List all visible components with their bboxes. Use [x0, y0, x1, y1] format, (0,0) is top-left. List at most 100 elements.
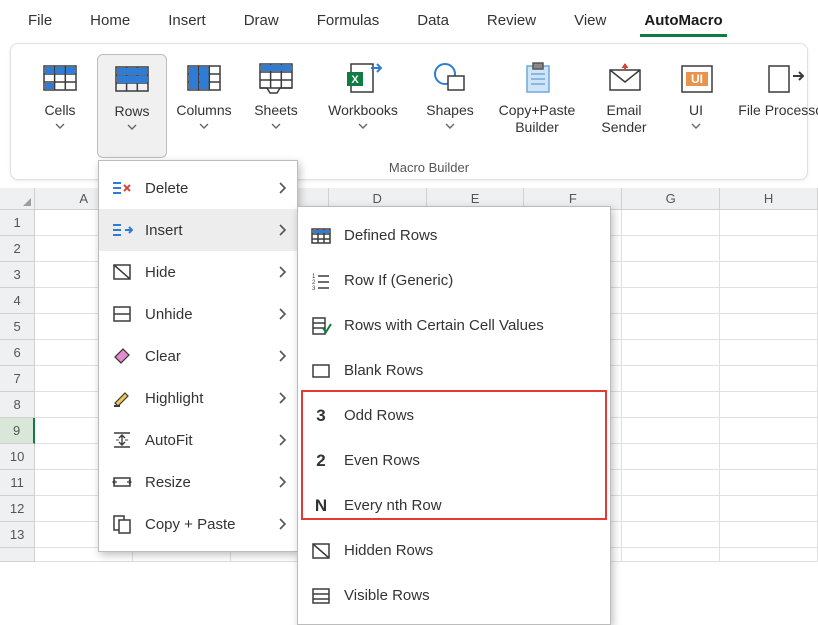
submenu-item-visible-rows[interactable]: Visible Rows: [298, 573, 610, 618]
menu-item-delete[interactable]: Delete: [99, 167, 297, 209]
ribbon-item-label: Email Sender: [591, 102, 657, 136]
ribbon-item-rows[interactable]: Rows: [97, 54, 167, 158]
ribbon-item-cells[interactable]: Cells: [25, 54, 95, 158]
submenu-item-label: Rows with Certain Cell Values: [344, 317, 600, 334]
ribbon-item-workbooks[interactable]: XWorkbooks: [313, 54, 413, 158]
menu-item-copy-paste[interactable]: Copy + Paste: [99, 503, 297, 545]
menu-item-hide[interactable]: Hide: [99, 251, 297, 293]
ribbon-tab-review[interactable]: Review: [477, 8, 546, 37]
cell-G8[interactable]: [622, 392, 720, 418]
row-header-3[interactable]: 3: [0, 262, 35, 288]
ribbon-item-label: Rows: [114, 103, 149, 120]
submenu-item-defined-rows[interactable]: Defined Rows: [298, 213, 610, 258]
cell-H11[interactable]: [720, 470, 818, 496]
menu-item-unhide[interactable]: Unhide: [99, 293, 297, 335]
ribbon-tab-view[interactable]: View: [564, 8, 616, 37]
cell-G10[interactable]: [622, 444, 720, 470]
row-header-8[interactable]: 8: [0, 392, 35, 418]
row-header-10[interactable]: 10: [0, 444, 35, 470]
cell-H10[interactable]: [720, 444, 818, 470]
ribbon-tab-data[interactable]: Data: [407, 8, 459, 37]
column-header-H[interactable]: H: [720, 188, 818, 210]
row-header-11[interactable]: 11: [0, 470, 35, 496]
hide-icon: [310, 540, 332, 562]
submenu-item-rows-with-certain-cell-values[interactable]: Rows with Certain Cell Values: [298, 303, 610, 348]
ribbon-tab-home[interactable]: Home: [80, 8, 140, 37]
ribbon-item-file-processor[interactable]: File Processor: [733, 54, 818, 158]
cell-G5[interactable]: [622, 314, 720, 340]
cell[interactable]: [720, 548, 818, 562]
ribbon-item-columns[interactable]: Columns: [169, 54, 239, 158]
cell-G7[interactable]: [622, 366, 720, 392]
row-header-13[interactable]: 13: [0, 522, 35, 548]
menu-item-label: Unhide: [145, 306, 266, 323]
cell-H2[interactable]: [720, 236, 818, 262]
ribbon-tab-file[interactable]: File: [18, 8, 62, 37]
column-header-G[interactable]: G: [622, 188, 720, 210]
row-header-2[interactable]: 2: [0, 236, 35, 262]
row-header-partial[interactable]: [0, 548, 35, 562]
ribbon-tabs: File Home Insert Draw Formulas Data Review View…: [0, 0, 818, 37]
submenu-item-row-if-generic-[interactable]: 123Row If (Generic): [298, 258, 610, 303]
cell-H3[interactable]: [720, 262, 818, 288]
menu-item-autofit[interactable]: AutoFit: [99, 419, 297, 461]
submenu-item-blank-rows[interactable]: Blank Rows: [298, 348, 610, 393]
cell-G9[interactable]: [622, 418, 720, 444]
cell-H6[interactable]: [720, 340, 818, 366]
cell-H1[interactable]: [720, 210, 818, 236]
menu-item-highlight[interactable]: Highlight: [99, 377, 297, 419]
resize-icon: [111, 471, 133, 493]
cell-G1[interactable]: [622, 210, 720, 236]
ribbon-item-ui[interactable]: UIUI: [661, 54, 731, 158]
ribbon-items: Cells Rows Columns Sheets XWorkbooksShapesCo…: [25, 54, 818, 158]
row-header-1[interactable]: 1: [0, 210, 35, 236]
ribbon-item-label: UI: [689, 102, 703, 119]
cell[interactable]: [622, 548, 720, 562]
row-header-12[interactable]: 12: [0, 496, 35, 522]
row-header-4[interactable]: 4: [0, 288, 35, 314]
ribbon-item-label: Sheets: [254, 102, 298, 119]
ribbon-item-email-sender[interactable]: Email Sender: [589, 54, 659, 158]
menu-item-insert[interactable]: Insert: [99, 209, 297, 251]
cell-G11[interactable]: [622, 470, 720, 496]
submenu-item-odd-rows[interactable]: 3Odd Rows: [298, 393, 610, 438]
submenu-item-even-rows[interactable]: 2Even Rows: [298, 438, 610, 483]
cell-G6[interactable]: [622, 340, 720, 366]
row-header-9[interactable]: 9: [0, 418, 35, 444]
menu-item-label: AutoFit: [145, 432, 266, 449]
cell-G12[interactable]: [622, 496, 720, 522]
cell-G13[interactable]: [622, 522, 720, 548]
ribbon-tab-automacro[interactable]: AutoMacro: [634, 8, 732, 37]
cell-H12[interactable]: [720, 496, 818, 522]
submenu-item-label: Every nth Row: [344, 497, 600, 514]
ribbon-item-sheets[interactable]: Sheets: [241, 54, 311, 158]
submenu-item-label: Defined Rows: [344, 227, 600, 244]
select-all-triangle[interactable]: [0, 188, 35, 210]
ribbon-tab-formulas[interactable]: Formulas: [307, 8, 390, 37]
submenu-item-hidden-rows[interactable]: Hidden Rows: [298, 528, 610, 573]
cell-H5[interactable]: [720, 314, 818, 340]
ribbon-item-copy-paste-builder[interactable]: Copy+Paste Builder: [487, 54, 587, 158]
row-header-5[interactable]: 5: [0, 314, 35, 340]
menu-item-resize[interactable]: Resize: [99, 461, 297, 503]
row-header-6[interactable]: 6: [0, 340, 35, 366]
ribbon-group-label: Macro Builder: [389, 160, 469, 175]
cell-G2[interactable]: [622, 236, 720, 262]
ribbon-item-shapes[interactable]: Shapes: [415, 54, 485, 158]
cell-H4[interactable]: [720, 288, 818, 314]
ribbon-tab-insert[interactable]: Insert: [158, 8, 216, 37]
glyph-icon: N: [310, 496, 332, 516]
cell-G3[interactable]: [622, 262, 720, 288]
menu-item-clear[interactable]: Clear: [99, 335, 297, 377]
cell-H13[interactable]: [720, 522, 818, 548]
submenu-item-label: Odd Rows: [344, 407, 600, 424]
rows-values-icon: [310, 315, 332, 337]
row-header-7[interactable]: 7: [0, 366, 35, 392]
hide-icon: [111, 261, 133, 283]
submenu-item-every-nth-row[interactable]: N Every nth Row: [298, 483, 610, 528]
cell-H8[interactable]: [720, 392, 818, 418]
cell-H9[interactable]: [720, 418, 818, 444]
cell-H7[interactable]: [720, 366, 818, 392]
cell-G4[interactable]: [622, 288, 720, 314]
ribbon-tab-draw[interactable]: Draw: [234, 8, 289, 37]
